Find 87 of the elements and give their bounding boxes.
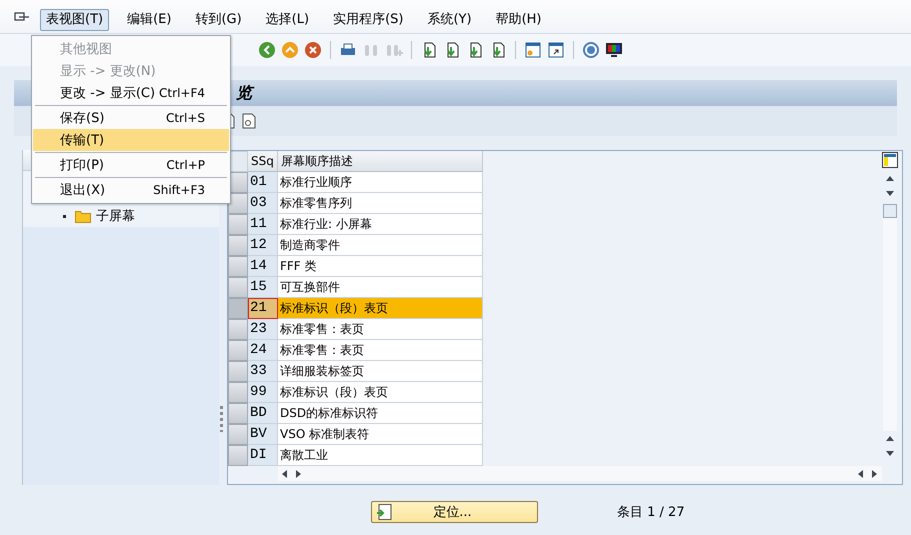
row-selector[interactable] <box>228 382 248 403</box>
column-header[interactable]: 屏幕顺序描述 <box>278 151 483 172</box>
help-icon[interactable] <box>582 41 600 59</box>
row-selector[interactable] <box>228 445 248 466</box>
menu-item[interactable]: 编辑(E) <box>121 9 178 31</box>
table-row[interactable]: DI 离散工业 <box>228 445 880 466</box>
menu-item[interactable]: 选择(L) <box>260 9 316 31</box>
row-selector[interactable] <box>228 256 248 277</box>
table-cell: BV <box>248 424 278 445</box>
table-cell: 12 <box>248 235 278 256</box>
monitor-icon[interactable] <box>605 41 623 59</box>
row-selector[interactable] <box>228 235 248 256</box>
table-cell: 详细服装标签页 <box>278 361 483 382</box>
table-row[interactable]: 01 标准行业顺序 <box>228 172 880 193</box>
position-button[interactable]: 定位... <box>371 501 538 523</box>
table-cell: 15 <box>248 277 278 298</box>
window-title: 览 <box>236 82 252 104</box>
bullet-icon <box>63 214 66 218</box>
table-cell: 标准行业顺序 <box>278 172 483 193</box>
dropdown-item[interactable]: 保存(S) Ctrl+S <box>33 107 229 129</box>
position-icon <box>376 504 392 520</box>
row-selector[interactable] <box>228 277 248 298</box>
table-cell: 23 <box>248 319 278 340</box>
table-cell: 可互换部件 <box>278 277 483 298</box>
table-row[interactable]: 12 制造商零件 <box>228 235 880 256</box>
table-cell: 标准标识（段）表页 <box>278 298 483 319</box>
table-cell: 14 <box>248 256 278 277</box>
dropdown-item[interactable]: 退出(X) Shift+F3 <box>33 179 229 201</box>
table-row[interactable]: 24 标准零售：表页 <box>228 340 880 361</box>
table-cell: DSD的标准标识符 <box>278 403 483 424</box>
menu-item[interactable]: 实用程序(S) <box>327 9 410 31</box>
row-selector[interactable] <box>228 214 248 235</box>
row-selector[interactable] <box>228 403 248 424</box>
table-row[interactable]: 23 标准零售：表页 <box>228 319 880 340</box>
column-header[interactable]: SSq <box>248 151 278 172</box>
table-cell: 标准行业: 小屏幕 <box>278 214 483 235</box>
horizontal-scrollbar[interactable] <box>278 466 882 481</box>
row-selector[interactable] <box>228 298 248 319</box>
row-selector[interactable] <box>228 319 248 340</box>
table-cell: 33 <box>248 361 278 382</box>
entry-counter: 条目 1 / 27 <box>617 504 685 521</box>
table-row[interactable]: 33 详细服装标签页 <box>228 361 880 382</box>
row-selector[interactable] <box>228 340 248 361</box>
shortcut-window-icon[interactable] <box>547 41 565 59</box>
table-cell: 24 <box>248 340 278 361</box>
dropdown-item[interactable]: 传输(T) <box>33 129 229 151</box>
table-cell: 01 <box>248 172 278 193</box>
document-search-icon[interactable] <box>242 113 256 129</box>
table-cell: 99 <box>248 382 278 403</box>
table-row[interactable]: 15 可互换部件 <box>228 277 880 298</box>
dropdown-item[interactable]: 打印(P) Ctrl+P <box>33 154 229 176</box>
menu-item[interactable]: 系统(Y) <box>421 9 478 31</box>
table-cell: 离散工业 <box>278 445 483 466</box>
table-cell: 03 <box>248 193 278 214</box>
table-row[interactable]: 21 标准标识（段）表页 <box>228 298 880 319</box>
row-selector[interactable] <box>228 193 248 214</box>
row-selector[interactable] <box>228 361 248 382</box>
table-cell: BD <box>248 403 278 424</box>
table-cell: DI <box>248 445 278 466</box>
table-cell: 制造商零件 <box>278 235 483 256</box>
table-row[interactable]: 03 标准零售序列 <box>228 193 880 214</box>
tree-item[interactable]: 子屏幕 <box>96 207 135 225</box>
table-cell: 标准零售序列 <box>278 193 483 214</box>
table-cell: VSO 标准制表符 <box>278 424 483 445</box>
table-row[interactable]: BV VSO 标准制表符 <box>228 424 880 445</box>
folder-icon <box>75 210 91 222</box>
splitter-handle[interactable] <box>220 406 223 432</box>
menu-item[interactable]: 帮助(H) <box>490 9 548 31</box>
menu-item[interactable]: 表视图(T) <box>40 9 110 31</box>
cancel-icon[interactable] <box>304 41 322 59</box>
dropdown-item[interactable]: 更改 -> 显示(C) Ctrl+F4 <box>33 82 229 104</box>
new-window-icon[interactable] <box>524 41 542 59</box>
column-layout-icon[interactable] <box>882 152 898 168</box>
table-cell: 21 <box>248 298 278 319</box>
table-row[interactable]: 14 FFF 类 <box>228 256 880 277</box>
table-row[interactable]: BD DSD的标准标识符 <box>228 403 880 424</box>
exit-icon[interactable] <box>281 41 299 59</box>
back-icon[interactable] <box>258 41 276 59</box>
table-cell: 标准标识（段）表页 <box>278 382 483 403</box>
table-cell: 标准零售：表页 <box>278 340 483 361</box>
table-cell: 标准零售：表页 <box>278 319 483 340</box>
table-row[interactable]: 11 标准行业: 小屏幕 <box>228 214 880 235</box>
table-cell: 11 <box>248 214 278 235</box>
table-row[interactable]: 99 标准标识（段）表页 <box>228 382 880 403</box>
table-cell: FFF 类 <box>278 256 483 277</box>
menu-item[interactable]: 转到(G) <box>189 9 248 31</box>
row-selector[interactable] <box>228 424 248 445</box>
